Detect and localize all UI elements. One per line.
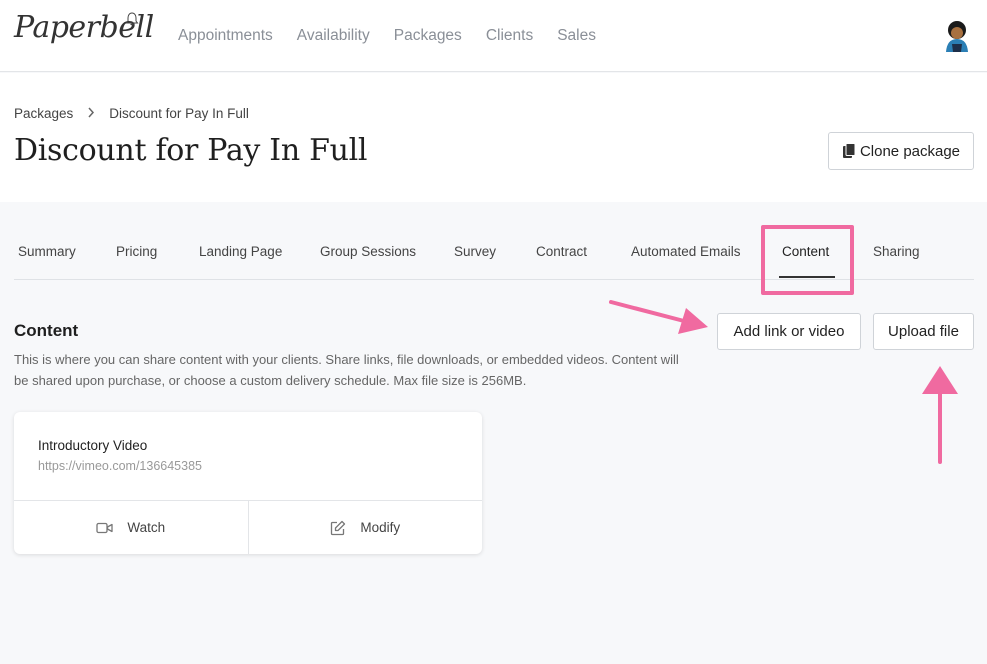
app-logo[interactable]: Paperbell bbox=[14, 10, 154, 45]
breadcrumb-packages[interactable]: Packages bbox=[14, 106, 73, 121]
nav-availability[interactable]: Availability bbox=[297, 27, 370, 45]
nav-packages[interactable]: Packages bbox=[394, 27, 462, 45]
content-tab-highlight bbox=[761, 225, 854, 295]
add-link-or-video-button[interactable]: Add link or video bbox=[717, 313, 861, 350]
avatar[interactable] bbox=[943, 20, 971, 52]
content-item-title: Introductory Video bbox=[38, 438, 148, 453]
breadcrumb-current: Discount for Pay In Full bbox=[109, 106, 249, 121]
breadcrumb: Packages Discount for Pay In Full bbox=[14, 106, 249, 121]
top-bar: Paperbell Appointments Availability Pack… bbox=[0, 0, 987, 72]
tab-landing-page[interactable]: Landing Page bbox=[199, 244, 282, 259]
watch-label: Watch bbox=[127, 520, 166, 535]
tab-summary[interactable]: Summary bbox=[18, 244, 76, 259]
clone-package-label: Clone package bbox=[859, 142, 961, 160]
nav-appointments[interactable]: Appointments bbox=[178, 27, 273, 45]
content-item-url: https://vimeo.com/136645385 bbox=[38, 459, 202, 473]
content-section-title: Content bbox=[14, 321, 79, 340]
upload-file-button[interactable]: Upload file bbox=[873, 313, 974, 350]
content-item-actions: Watch Modify bbox=[14, 500, 482, 554]
copy-icon bbox=[842, 143, 856, 158]
nav-sales[interactable]: Sales bbox=[557, 27, 596, 45]
tab-survey[interactable]: Survey bbox=[454, 244, 496, 259]
tab-contract[interactable]: Contract bbox=[536, 244, 587, 259]
modify-button[interactable]: Modify bbox=[247, 501, 483, 554]
main-nav: Appointments Availability Packages Clien… bbox=[178, 27, 620, 45]
content-item-card: Introductory Video https://vimeo.com/136… bbox=[14, 412, 482, 554]
chevron-right-icon bbox=[87, 106, 95, 121]
clone-package-button[interactable]: Clone package bbox=[828, 132, 974, 170]
page-header: Packages Discount for Pay In Full Discou… bbox=[0, 73, 987, 202]
arrow-up-icon bbox=[922, 366, 958, 464]
modify-label: Modify bbox=[360, 520, 401, 535]
nav-clients[interactable]: Clients bbox=[486, 27, 533, 45]
tab-sharing[interactable]: Sharing bbox=[873, 244, 920, 259]
edit-icon bbox=[331, 520, 346, 535]
page-title: Discount for Pay In Full bbox=[14, 133, 368, 168]
content-section-description: This is where you can share content with… bbox=[14, 352, 679, 388]
bell-icon bbox=[125, 12, 139, 26]
video-camera-icon bbox=[96, 522, 114, 533]
tab-automated-emails[interactable]: Automated Emails bbox=[631, 244, 741, 259]
watch-button[interactable]: Watch bbox=[14, 501, 248, 554]
tab-pricing[interactable]: Pricing bbox=[116, 244, 157, 259]
arrow-right-icon bbox=[609, 300, 708, 334]
tab-group-sessions[interactable]: Group Sessions bbox=[320, 244, 416, 259]
